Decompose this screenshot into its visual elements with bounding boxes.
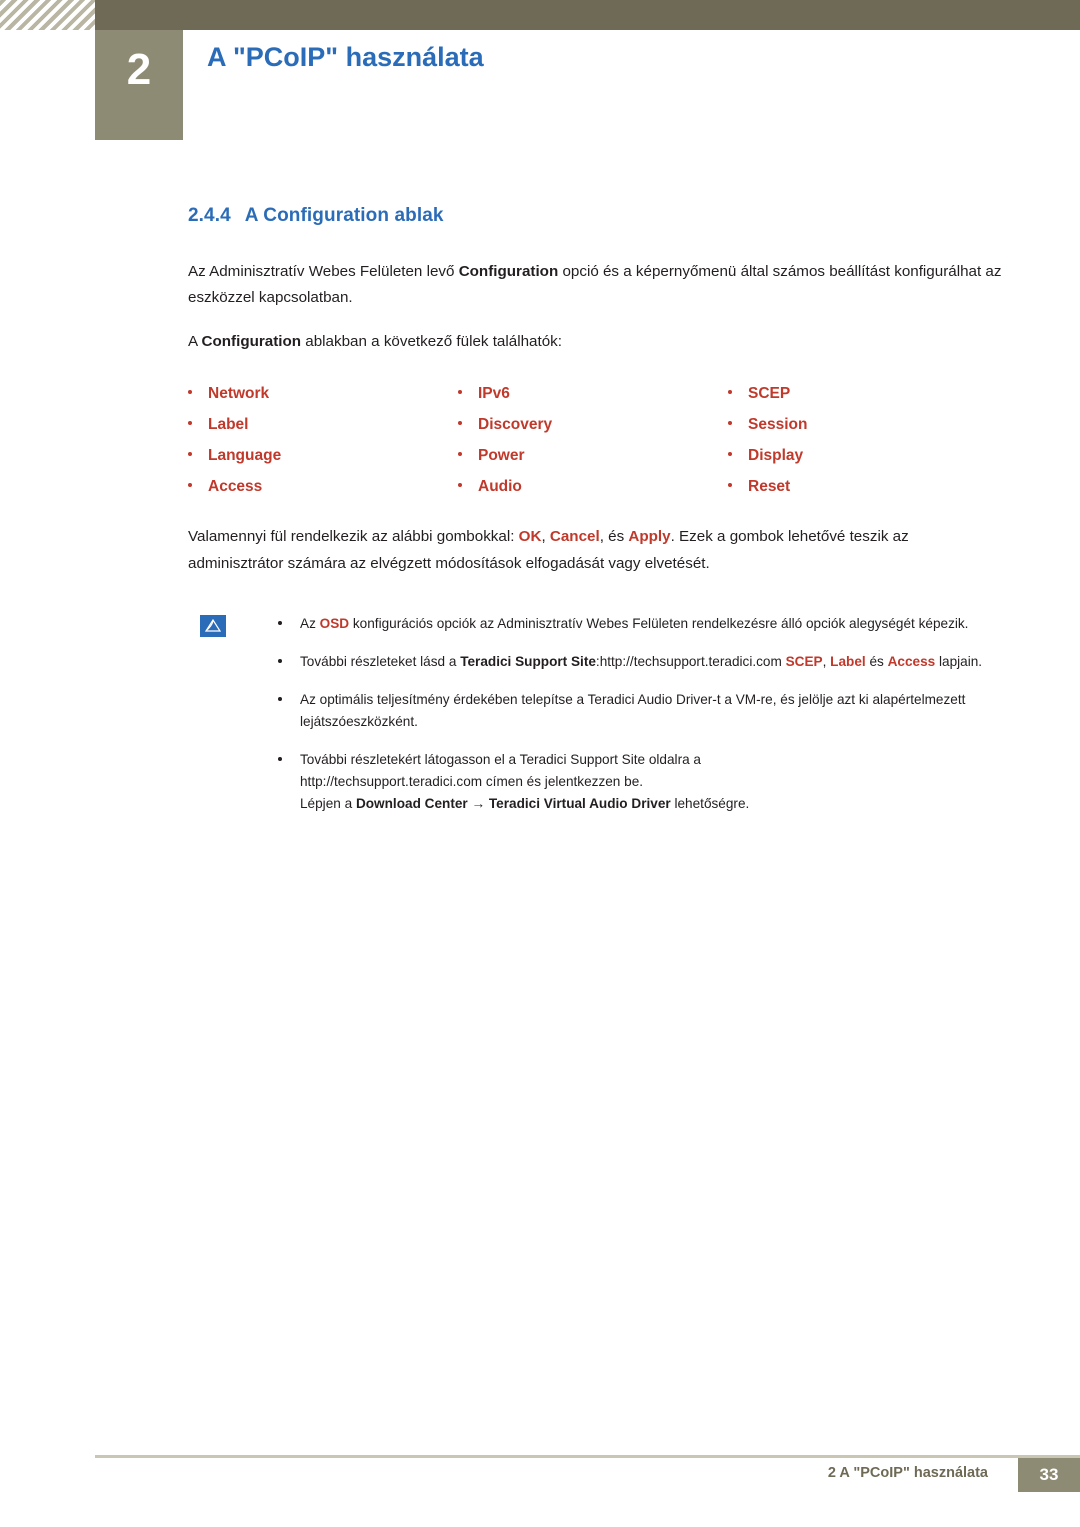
note-block: Az OSD konfigurációs opciók az Adminiszt… (188, 613, 1003, 815)
page-header: 2 A "PCoIP" használata (0, 0, 1080, 140)
tab-item-network[interactable]: Network (188, 385, 458, 403)
tab-label: Discovery (478, 416, 553, 434)
bullet-icon (278, 756, 282, 761)
bullet-icon (458, 483, 462, 488)
tab-item-reset[interactable]: Reset (728, 478, 998, 496)
keyword-configuration-1: Configuration (458, 263, 559, 280)
paragraph-tabs-lead-part2: ablakban a következő fülek találhatók: (301, 333, 562, 351)
bullet-icon (458, 421, 462, 426)
bullet-icon (728, 483, 732, 488)
tab-label: Session (748, 416, 808, 434)
paragraph-buttons-part1: Valamennyi fül rendelkezik az alábbi gom… (188, 528, 519, 546)
tab-label: Network (208, 385, 270, 403)
tab-label: Power (478, 447, 525, 465)
keyword-cancel: Cancel (549, 528, 600, 546)
bullet-icon (728, 452, 732, 457)
note-item-osd: Az OSD konfigurációs opciók az Adminiszt… (278, 613, 1003, 635)
note-text-part1: További részleteket lásd a (300, 653, 461, 669)
note-text: Az optimális teljesítmény érdekében tele… (300, 691, 966, 729)
note-item-download-center: További részletekért látogasson el a Ter… (278, 749, 1003, 815)
tab-label: SCEP (748, 385, 791, 403)
note-text-line3-part1: Lépjen a (300, 795, 356, 811)
tab-label: IPv6 (478, 385, 510, 403)
note-text-part1: Az (300, 615, 320, 631)
paragraph-intro: Az Adminisztratív Webes Felületen levő C… (188, 259, 1003, 311)
tab-label: Access (208, 478, 263, 496)
tab-item-ipv6[interactable]: IPv6 (458, 385, 728, 403)
page-number: 33 (1018, 1458, 1080, 1492)
header-bar (95, 0, 1080, 30)
bold-teradici-virtual-audio-driver: Teradici Virtual Audio Driver (488, 795, 671, 811)
tab-label: Reset (748, 478, 791, 496)
chapter-title: A "PCoIP" használata (207, 42, 484, 72)
separator-2: , és (599, 528, 629, 546)
configuration-tab-list: Network IPv6 SCEP Label Discovery Sessio… (188, 385, 1003, 496)
keyword-access: Access (887, 653, 936, 669)
note-text-part3: lapjain. (935, 653, 983, 669)
bullet-icon (278, 696, 282, 701)
tab-label: Label (208, 416, 249, 434)
separator-1: , (541, 528, 550, 546)
bold-teradici-support-site: Teradici Support Site (460, 653, 596, 669)
keyword-apply: Apply (628, 528, 671, 546)
tab-item-access[interactable]: Access (188, 478, 458, 496)
tab-label: Audio (478, 478, 522, 496)
bullet-icon (728, 421, 732, 426)
bullet-icon (278, 620, 282, 625)
bullet-icon (188, 452, 192, 457)
tab-item-language[interactable]: Language (188, 447, 458, 465)
section-title-text: A Configuration ablak (244, 205, 444, 226)
section-number: 2.4.4 (188, 205, 231, 226)
tab-label: Language (208, 447, 282, 465)
keyword-label: Label (830, 653, 866, 669)
paragraph-intro-part1: Az Adminisztratív Webes Felületen levő (188, 263, 459, 280)
keyword-ok: OK (518, 528, 542, 546)
note-text-part2: konfigurációs opciók az Adminisztratív W… (349, 615, 969, 631)
page-footer: 2 A "PCoIP" használata 33 (95, 1455, 1080, 1492)
tab-item-power[interactable]: Power (458, 447, 728, 465)
section-heading: 2.4.4 A Configuration ablak (188, 205, 1003, 227)
tab-item-session[interactable]: Session (728, 416, 998, 434)
keyword-configuration-2: Configuration (201, 333, 302, 351)
paragraph-tabs-lead-part1: A (188, 333, 202, 351)
tab-item-scep[interactable]: SCEP (728, 385, 998, 403)
tab-item-display[interactable]: Display (728, 447, 998, 465)
note-text-part2: és (865, 653, 888, 669)
bullet-icon (278, 658, 282, 663)
note-icon (200, 614, 226, 637)
footer-divider (95, 1455, 1080, 1458)
note-text-line1: További részletekért látogasson el a Ter… (300, 751, 701, 767)
bullet-icon (188, 483, 192, 488)
tab-label: Display (748, 447, 804, 465)
tab-item-label[interactable]: Label (188, 416, 458, 434)
bullet-icon (188, 421, 192, 426)
note-text-line3-part2: lehetőségre. (670, 795, 750, 811)
bullet-icon (728, 390, 732, 395)
header-hatch-decoration (0, 0, 95, 30)
footer-chapter-label: 2 A "PCoIP" használata (827, 1465, 988, 1481)
note-text-line2: http://techsupport.teradici.com címen és… (300, 773, 644, 789)
keyword-scep: SCEP (785, 653, 823, 669)
paragraph-buttons: Valamennyi fül rendelkezik az alábbi gom… (188, 524, 1003, 576)
bullet-icon (188, 390, 192, 395)
arrow-icon: → (467, 795, 489, 811)
chapter-number-box: 2 (95, 30, 183, 140)
note-text-url: :http://techsupport.teradici.com (595, 653, 786, 669)
tab-item-discovery[interactable]: Discovery (458, 416, 728, 434)
tab-item-audio[interactable]: Audio (458, 478, 728, 496)
chapter-number: 2 (126, 45, 152, 94)
bullet-icon (458, 390, 462, 395)
note-item-support-site: További részleteket lásd a Teradici Supp… (278, 651, 1003, 673)
bullet-icon (458, 452, 462, 457)
keyword-osd: OSD (319, 615, 350, 631)
paragraph-tabs-lead: A Configuration ablakban a következő fül… (188, 329, 1003, 355)
page-content: 2.4.4 A Configuration ablak Az Adminisztr… (188, 205, 1003, 831)
bold-download-center: Download Center (355, 795, 468, 811)
note-item-audio-driver: Az optimális teljesítmény érdekében tele… (278, 689, 1003, 733)
